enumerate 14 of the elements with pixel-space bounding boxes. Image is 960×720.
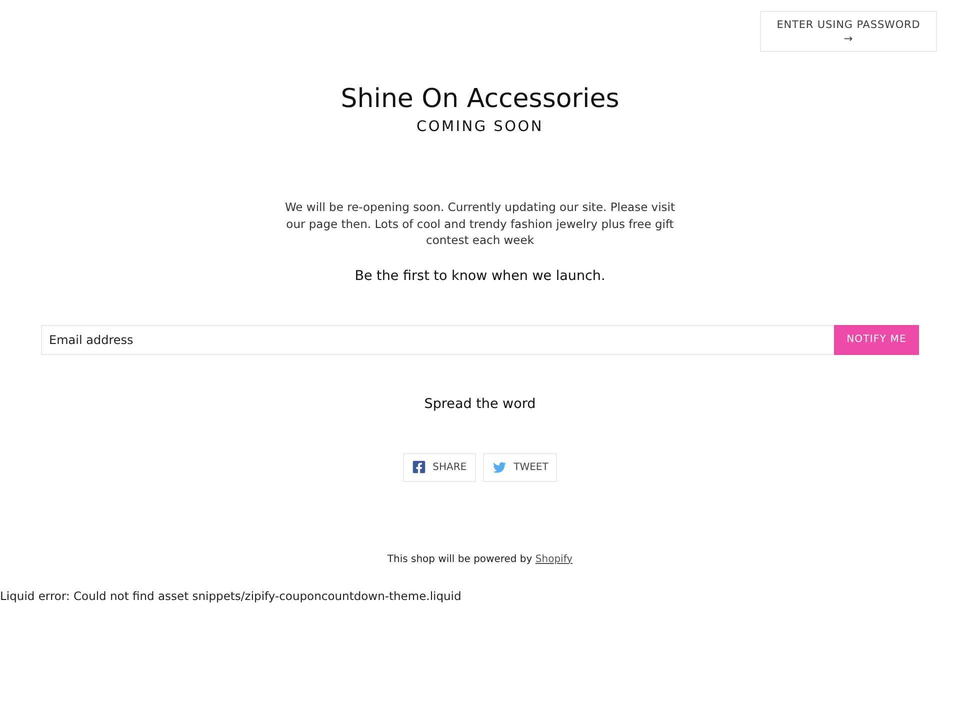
error-message: Liquid error: Could not find asset snippets/zipify-couponcountdown-theme.liquid (0, 588, 462, 604)
share-button[interactable]: SHARE (402, 452, 476, 482)
signup-heading: Be the first to know when we launch. (354, 266, 606, 284)
password-button[interactable]: ENTER USING PASSWORD → (760, 11, 937, 52)
share-heading: Spread the word (424, 394, 536, 412)
message-paragraph: We will be re-opening soon. Currently updating our site. Please visit our page then. Lots of cool and trendy fashion jewelry plus free gift contest each week (284, 199, 676, 248)
facebook-icon (412, 460, 426, 474)
powered-by-text: This shop will be powered by Shopify (387, 552, 573, 566)
share-button[interactable]: TWEET (482, 452, 558, 482)
shop-title: Shine On Accessories (340, 83, 620, 116)
email-field[interactable]: Email address (41, 324, 834, 354)
coming-soon-subtitle: COMING SOON (416, 118, 544, 137)
bird-icon (492, 460, 507, 474)
shopify-link[interactable]: Shopify (535, 554, 573, 564)
